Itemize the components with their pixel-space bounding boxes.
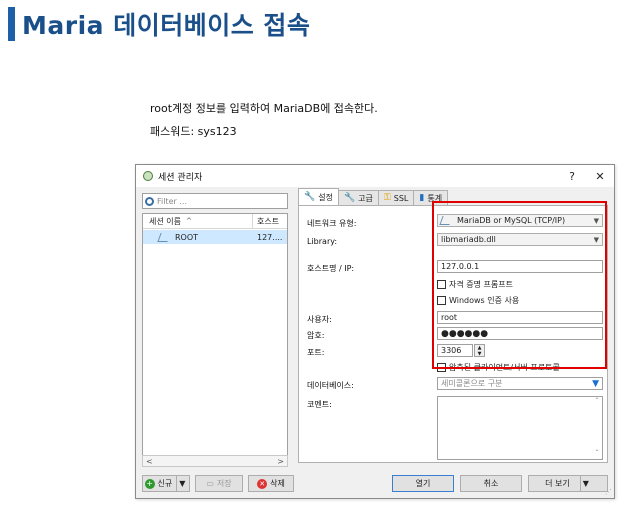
horizontal-scrollbar[interactable]: < > <box>142 455 288 467</box>
chevron-down-icon[interactable]: ▼ <box>579 476 591 491</box>
column-session-name[interactable]: 세션 이름 ^ <box>143 214 253 228</box>
window-title: 세션 관리자 <box>158 172 203 183</box>
description-line-1: root계정 정보를 입력하여 MariaDB에 접속한다. <box>150 102 378 115</box>
mariadb-icon <box>157 232 171 242</box>
port-input[interactable]: 3306 <box>437 344 473 357</box>
prompt-credentials-checkbox[interactable]: 자격 증명 프롬프트 <box>437 279 513 290</box>
save-button[interactable]: ▭ 저장 <box>195 475 243 492</box>
wrench-icon: 🔧 <box>343 193 356 203</box>
new-session-button[interactable]: + 신규 ▼ <box>142 475 190 492</box>
chevron-down-icon[interactable]: ▼ <box>592 379 599 389</box>
session-host: 127.... <box>257 232 283 242</box>
session-list-pane: Filter ... 세션 이름 ^ 호스트 ROOT 127.... <box>142 193 288 463</box>
comment-textarea[interactable]: ⌃ ⌄ <box>437 396 603 460</box>
windows-auth-checkbox[interactable]: Windows 인증 사용 <box>437 295 519 306</box>
mariadb-icon <box>439 216 453 225</box>
tab-ssl[interactable]: ⚿ SSL <box>377 190 415 205</box>
password-label: 암호: <box>307 331 325 340</box>
compressed-protocol-checkbox[interactable]: 압축된 클라이언트/서버 프로토콜 <box>437 362 560 373</box>
session-tree: 세션 이름 ^ 호스트 ROOT 127.... <box>142 213 288 463</box>
delete-button[interactable]: ✕ 삭제 <box>248 475 294 492</box>
bar-chart-icon: ▮ <box>419 193 425 203</box>
chevron-down-icon: ▼ <box>593 235 599 244</box>
session-manager-window: 세션 관리자 ? ✕ Filter ... 세션 이름 ^ 호스트 ROOT 1… <box>135 164 615 499</box>
chevron-down-icon[interactable]: ▼ <box>176 476 187 491</box>
user-input[interactable]: root <box>437 311 603 324</box>
tab-advanced[interactable]: 🔧 고급 <box>337 190 379 205</box>
description-line-2: 패스워드: sys123 <box>150 125 237 138</box>
password-input[interactable]: ●●●●●● <box>437 327 603 340</box>
library-select[interactable]: libmariadb.dll ▼ <box>437 233 603 246</box>
user-label: 사용자: <box>307 315 332 324</box>
settings-panel: 네트워크 유형: MariaDB or MySQL (TCP/IP) ▼ Lib… <box>298 205 608 463</box>
host-label: 호스트명 / IP: <box>307 264 355 273</box>
wrench-icon: 🔧 <box>304 192 316 202</box>
app-icon <box>143 171 153 181</box>
session-tree-header: 세션 이름 ^ 호스트 <box>143 214 287 229</box>
session-name: ROOT <box>175 232 199 242</box>
chevron-down-icon: ▼ <box>593 216 599 225</box>
scroll-right-icon[interactable]: > <box>277 457 284 466</box>
database-label: 데이터베이스: <box>307 381 354 390</box>
host-input[interactable]: 127.0.0.1 <box>437 260 603 273</box>
search-icon <box>145 196 154 206</box>
library-label: Library: <box>307 237 338 246</box>
tab-settings[interactable]: 🔧 설정 <box>298 188 339 205</box>
save-icon: ▭ <box>206 479 214 488</box>
filter-input[interactable]: Filter ... <box>142 193 288 209</box>
heading-accent-bar <box>8 7 15 41</box>
network-type-select[interactable]: MariaDB or MySQL (TCP/IP) ▼ <box>437 214 603 227</box>
delete-icon: ✕ <box>257 478 268 489</box>
network-type-label: 네트워크 유형: <box>307 219 357 228</box>
vertical-scrollbar[interactable]: ⌃ ⌄ <box>592 397 602 459</box>
sort-asc-icon: ^ <box>185 217 192 225</box>
close-button[interactable]: ✕ <box>586 170 614 183</box>
tab-statistics[interactable]: ▮ 통계 <box>413 190 449 205</box>
port-spinner[interactable]: ▲ ▼ <box>474 344 485 357</box>
session-row-root[interactable]: ROOT 127.... <box>143 230 287 244</box>
more-button[interactable]: 더 보기 ▼ <box>528 475 608 492</box>
comment-label: 코멘트: <box>307 400 332 409</box>
settings-tabs: 🔧 설정 🔧 고급 ⚿ SSL ▮ 통계 <box>298 188 449 205</box>
heading-title: Maria 데이터베이스 접속 <box>22 11 311 40</box>
title-bar: 세션 관리자 ? ✕ <box>136 165 614 187</box>
filter-placeholder: Filter ... <box>157 196 187 206</box>
page-heading: Maria 데이터베이스 접속 <box>8 4 310 44</box>
scroll-left-icon[interactable]: < <box>146 457 153 466</box>
port-label: 포트: <box>307 348 325 357</box>
database-input[interactable]: 세미콜론으로 구분 ▼ <box>437 377 603 390</box>
open-button[interactable]: 열기 <box>392 475 454 492</box>
help-button[interactable]: ? <box>558 170 586 183</box>
cancel-button[interactable]: 취소 <box>460 475 522 492</box>
key-icon: ⚿ <box>383 193 391 203</box>
column-host[interactable]: 호스트 <box>253 216 287 227</box>
plus-icon: + <box>144 478 155 489</box>
resize-grip-icon[interactable]: ⋰ <box>605 488 612 496</box>
